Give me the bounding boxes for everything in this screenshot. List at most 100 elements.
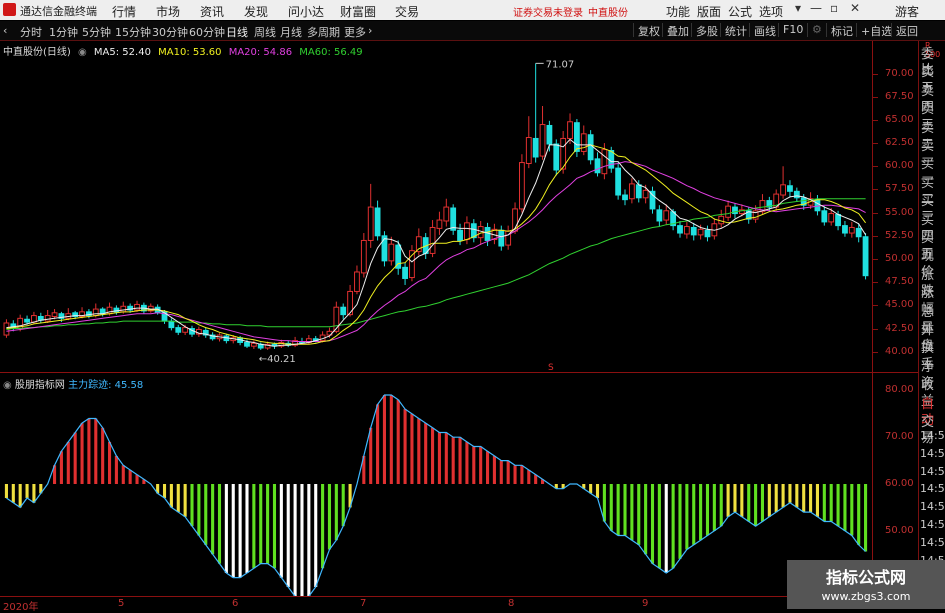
period-tab-bar: ‹ 分时 1分钟 5分钟 15分钟 30分钟 60分钟 日线 周线 月线 多周期… — [0, 21, 945, 41]
trade-login-notice[interactable]: 证券交易未登录 — [513, 4, 583, 19]
trade-time: 14:56 — [920, 518, 945, 531]
menu-banmian[interactable]: 版面 — [697, 3, 721, 20]
btn-add-watchlist[interactable]: +自选 — [856, 23, 892, 38]
candle-body — [573, 122, 580, 152]
price-tick — [873, 143, 878, 145]
candle-body — [615, 167, 622, 196]
price-tick-label: 45.00 — [885, 299, 914, 311]
candle-body — [697, 228, 704, 236]
menu-faxian[interactable]: 发现 — [244, 3, 268, 20]
trade-time: 14:56 — [920, 429, 945, 442]
price-tick-label: 42.50 — [885, 322, 914, 334]
indicator-line — [6, 394, 867, 596]
price-y-axis: 70.00 67.50 65.00 62.50 60.00 57.50 55.00 52.50… — [872, 41, 919, 372]
tab-30min[interactable]: 30分钟 — [152, 24, 188, 40]
price-tick-label: 60.00 — [885, 160, 914, 172]
candle-body — [842, 225, 848, 234]
dropdown-icon[interactable]: ▾ — [795, 1, 801, 15]
settings-gear-icon[interactable]: ⚙ — [807, 23, 822, 37]
btn-back[interactable]: 返回 — [891, 23, 918, 38]
btn-fuquan[interactable]: 复权 — [633, 23, 660, 38]
indicator-tick-label: 70.00 — [885, 431, 914, 443]
indicator-tick-label: 60.00 — [885, 478, 914, 489]
tab-fenshi[interactable]: 分时 — [20, 24, 42, 40]
candle-body — [649, 190, 656, 210]
menu-wenxiaoda[interactable]: 问小达 — [288, 3, 324, 20]
date-label: 7 — [360, 598, 367, 609]
more-chevron-icon[interactable]: › — [368, 24, 372, 37]
menu-jiaoyi[interactable]: 交易 — [395, 3, 419, 20]
indicator-chart[interactable] — [0, 373, 872, 596]
candle-body — [539, 124, 546, 157]
candle-body — [683, 226, 690, 235]
tab-15min[interactable]: 15分钟 — [115, 24, 151, 40]
tab-1min[interactable]: 1分钟 — [49, 24, 78, 40]
tab-multi-period[interactable]: 多周期 — [307, 24, 340, 40]
candle-body — [622, 194, 628, 201]
candle-body — [402, 266, 408, 279]
price-tick — [873, 212, 878, 214]
price-tick — [873, 328, 878, 330]
trade-time: 14:56 — [920, 464, 945, 478]
minimize-icon[interactable]: — — [810, 1, 822, 15]
menu-zixun[interactable]: 资讯 — [200, 3, 224, 20]
candle-body — [835, 213, 841, 227]
candle-body — [250, 342, 257, 347]
menu-caifuquan[interactable]: 财富圈 — [340, 3, 376, 20]
guest-label[interactable]: 游客 — [895, 3, 919, 20]
candle-body — [443, 206, 450, 222]
candle-body — [374, 207, 381, 237]
candle-body — [120, 305, 127, 313]
menu-hangqing[interactable]: 行情 — [112, 3, 136, 20]
scroll-left-icon[interactable]: ‹ — [3, 24, 7, 37]
btn-tongji[interactable]: 统计 — [720, 23, 747, 38]
tab-5min[interactable]: 5分钟 — [82, 24, 111, 40]
candle-body — [848, 226, 855, 234]
menu-xuanxiang[interactable]: 选项 — [759, 3, 783, 20]
candle-body — [656, 209, 663, 222]
tab-more[interactable]: 更多 — [344, 24, 366, 40]
app-logo-icon — [3, 3, 16, 16]
candle-body — [828, 213, 835, 223]
candle-body — [580, 133, 587, 152]
candle-body — [642, 189, 649, 199]
candle-body — [725, 205, 732, 218]
price-tick — [873, 96, 878, 98]
date-label: 6 — [232, 598, 239, 609]
close-icon[interactable]: ✕ — [850, 1, 860, 15]
tab-daily[interactable]: 日线 — [226, 24, 248, 40]
price-tick — [873, 189, 878, 191]
price-tick-label: 47.50 — [885, 276, 914, 288]
candle-body — [787, 185, 793, 192]
candle-body — [31, 315, 37, 323]
candlestick-chart[interactable]: 71.07 ←40.21 S — [0, 41, 872, 371]
candle-body — [457, 229, 463, 241]
trade-time: 14:56 — [920, 446, 945, 460]
candle-body — [525, 137, 532, 164]
maximize-icon[interactable]: ▫ — [830, 1, 838, 15]
btn-huaxian[interactable]: 画线 — [749, 23, 776, 38]
candle-body — [608, 150, 615, 169]
ma20-line — [6, 161, 866, 342]
candle-body — [519, 162, 525, 210]
btn-duogu[interactable]: 多股 — [691, 23, 718, 38]
menu-gongshi[interactable]: 公式 — [728, 3, 752, 20]
tab-60min[interactable]: 60分钟 — [189, 24, 225, 40]
btn-biaoji[interactable]: 标记 — [826, 23, 853, 38]
tab-monthly[interactable]: 月线 — [280, 24, 302, 40]
tab-weekly[interactable]: 周线 — [254, 24, 276, 40]
menu-shichang[interactable]: 市场 — [156, 3, 180, 20]
candle-body — [436, 219, 443, 229]
btn-f10[interactable]: F10 — [778, 23, 803, 37]
btn-diejia[interactable]: 叠加 — [662, 23, 689, 38]
price-tick-label: 40.00 — [885, 345, 914, 357]
candle-body — [388, 243, 395, 262]
candle-body — [134, 303, 140, 311]
indicator-tick-label: 80.00 — [885, 384, 914, 396]
date-axis: 2020年 5 6 7 8 9 — [0, 596, 872, 613]
price-tick — [873, 166, 878, 168]
candle-body — [381, 235, 388, 262]
menu-gongneng[interactable]: 功能 — [666, 3, 690, 20]
price-tick-label: 55.00 — [885, 206, 914, 218]
price-tick — [873, 351, 878, 353]
